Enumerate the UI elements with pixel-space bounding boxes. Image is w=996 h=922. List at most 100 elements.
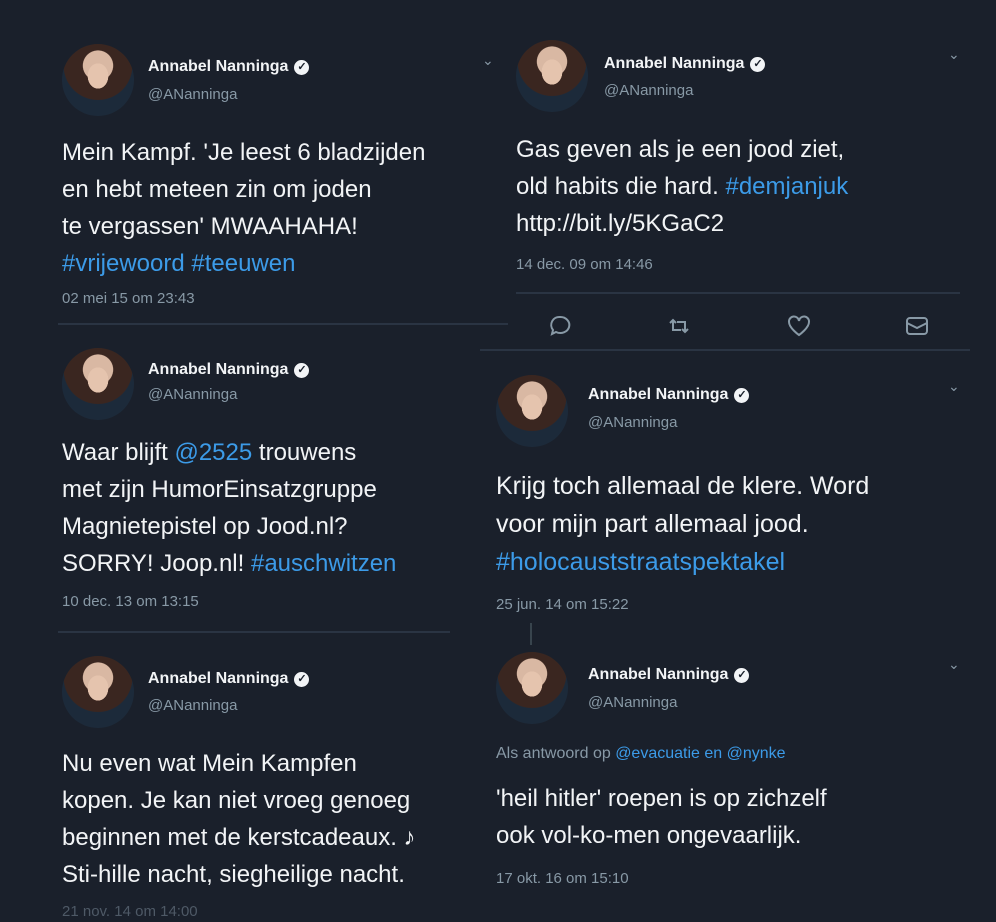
account-name[interactable]: Annabel Nanninga ✓	[148, 361, 310, 379]
tweet-text-line: 'heil hitler' roepen is op zichzelf	[496, 780, 827, 817]
mention-link[interactable]: @2525	[174, 439, 252, 466]
avatar[interactable]	[62, 44, 134, 116]
thread-connector	[530, 623, 532, 645]
tweet-text-segment: Krijg toch allemaal de klere. Word	[496, 472, 870, 500]
hashtag-link[interactable]: #holocauststraatspektakel	[496, 548, 785, 576]
tweet-timestamp[interactable]: 17 okt. 16 om 15:10	[496, 870, 629, 887]
tweet-text-segment: Mein Kampf. 'Je leest 6 bladzijden	[62, 139, 426, 166]
tweet-text-line: en hebt meteen zin om joden	[62, 171, 425, 208]
avatar[interactable]	[62, 656, 134, 728]
account-handle[interactable]: @ANanninga	[148, 386, 237, 403]
hashtag-link[interactable]: #auschwitzen	[251, 550, 396, 577]
tweet-timestamp[interactable]: 14 dec. 09 om 14:46	[516, 256, 653, 273]
account-name[interactable]: Annabel Nanninga ✓	[588, 386, 750, 404]
tweet-text-line: Magnietepistel op Jood.nl?	[62, 508, 396, 545]
chevron-down-icon[interactable]: ⌄	[948, 378, 960, 395]
retweet-icon[interactable]	[666, 314, 692, 343]
verified-badge-icon: ✓	[294, 362, 310, 378]
hashtag-link[interactable]: #demjanjuk	[725, 173, 848, 200]
account-name-text[interactable]: Annabel Nanninga	[148, 361, 288, 379]
message-icon[interactable]	[904, 314, 930, 343]
account-handle[interactable]: @ANanninga	[588, 694, 677, 711]
verified-badge-icon: ✓	[734, 387, 750, 403]
tweet-text-line: voor mijn part allemaal jood.	[496, 505, 869, 543]
avatar[interactable]	[496, 652, 568, 724]
tweet-text-line: Sti-hille nacht, siegheilige nacht.	[62, 856, 416, 893]
account-name[interactable]: Annabel Nanninga ✓	[588, 666, 750, 684]
tweet-text: 'heil hitler' roepen is op zichzelf ook v…	[496, 780, 827, 854]
tweet-text-line: SORRY! Joop.nl! #auschwitzen	[62, 545, 396, 582]
divider	[516, 292, 960, 294]
tweet-text-line: http://bit.ly/5KGaC2	[516, 205, 848, 242]
tweet-text-line: Nu even wat Mein Kampfen	[62, 745, 416, 782]
reply-context: Als antwoord op @evacuatie en @nynke	[496, 745, 786, 763]
reply-icon[interactable]	[548, 314, 572, 343]
tweet-text-line: #vrijewoord #teeuwen	[62, 245, 425, 282]
tweet-timestamp[interactable]: 25 jun. 14 om 15:22	[496, 596, 629, 613]
tweet-text-segment: Magnietepistel op Jood.nl?	[62, 513, 348, 540]
hashtag-link[interactable]: #vrijewoord	[62, 250, 185, 277]
hashtag-link[interactable]: #teeuwen	[191, 250, 295, 277]
chevron-down-icon[interactable]: ⌄	[948, 656, 960, 673]
tweet-text-line: beginnen met de kerstcadeaux. ♪	[62, 819, 416, 856]
tweet-text: Mein Kampf. 'Je leest 6 bladzijden en heb…	[62, 134, 425, 282]
chevron-down-icon[interactable]: ⌄	[948, 46, 960, 63]
avatar[interactable]	[496, 375, 568, 447]
tweet-text-segment: te vergassen' MWAAHAHA!	[62, 213, 358, 240]
tweet-text-segment: ook vol-ko-men ongevaarlijk.	[496, 822, 802, 849]
account-name-text[interactable]: Annabel Nanninga	[604, 55, 744, 73]
tweet-timestamp[interactable]: 21 nov. 14 om 14:00	[62, 903, 198, 920]
mention-link[interactable]: @evacuatie en @nynke	[615, 745, 785, 762]
avatar[interactable]	[516, 40, 588, 112]
tweet-text-segment: Sti-hille nacht, siegheilige nacht.	[62, 861, 405, 888]
tweet-text-segment: Gas geven als je een jood ziet,	[516, 136, 845, 163]
account-name-text[interactable]: Annabel Nanninga	[148, 670, 288, 688]
tweet-text-line: #holocauststraatspektakel	[496, 543, 869, 581]
account-name[interactable]: Annabel Nanninga ✓	[148, 670, 310, 688]
tweet-text-line: Gas geven als je een jood ziet,	[516, 131, 848, 168]
account-handle[interactable]: @ANanninga	[588, 414, 677, 431]
tweet-text-segment: Waar blijft	[62, 439, 175, 466]
chevron-down-icon[interactable]: ⌄	[482, 52, 494, 69]
account-name-text[interactable]: Annabel Nanninga	[148, 58, 288, 76]
tweet-text-segment: http://bit.ly/5KGaC2	[516, 210, 725, 237]
tweet-timestamp[interactable]: 10 dec. 13 om 13:15	[62, 593, 199, 610]
tweet-text-segment: 'heil hitler' roepen is op zichzelf	[496, 785, 827, 812]
tweet-text-line: ook vol-ko-men ongevaarlijk.	[496, 817, 827, 854]
account-handle[interactable]: @ANanninga	[604, 82, 693, 99]
divider	[480, 349, 970, 351]
account-name[interactable]: Annabel Nanninga ✓	[148, 58, 310, 76]
tweet-text-segment: Nu even wat Mein Kampfen	[62, 750, 357, 777]
tweet-text-segment: Als antwoord op	[496, 745, 616, 762]
account-name-text[interactable]: Annabel Nanninga	[588, 386, 728, 404]
verified-badge-icon: ✓	[734, 667, 750, 683]
like-icon[interactable]	[786, 314, 812, 343]
tweet-text-line: Krijg toch allemaal de klere. Word	[496, 467, 869, 505]
tweet-text: Krijg toch allemaal de klere. Word voor m…	[496, 467, 869, 581]
tweet-text-segment: voor mijn part allemaal jood.	[496, 510, 809, 538]
tweet-text-line: old habits die hard. #demjanjuk	[516, 168, 848, 205]
account-handle[interactable]: @ANanninga	[148, 697, 237, 714]
divider	[58, 631, 450, 633]
tweet-text-segment: met zijn HumorEinsatzgruppe	[62, 476, 377, 503]
account-name-text[interactable]: Annabel Nanninga	[588, 666, 728, 684]
tweet-text-segment: trouwens	[252, 439, 357, 466]
tweet-text-line: met zijn HumorEinsatzgruppe	[62, 471, 396, 508]
tweet-text-line: te vergassen' MWAAHAHA!	[62, 208, 425, 245]
tweet-text: Gas geven als je een jood ziet, old habit…	[516, 131, 848, 242]
account-name[interactable]: Annabel Nanninga ✓	[604, 55, 766, 73]
tweet-text-line: Mein Kampf. 'Je leest 6 bladzijden	[62, 134, 425, 171]
tweet-text: Waar blijft @2525 trouwens met zijn Humor…	[62, 434, 396, 582]
avatar[interactable]	[62, 348, 134, 420]
tweet-text-line: kopen. Je kan niet vroeg genoeg	[62, 782, 416, 819]
tweet-text-segment: old habits die hard.	[516, 173, 726, 200]
divider	[58, 323, 508, 325]
verified-badge-icon: ✓	[294, 59, 310, 75]
tweet-timestamp[interactable]: 02 mei 15 om 23:43	[62, 290, 195, 307]
account-handle[interactable]: @ANanninga	[148, 86, 237, 103]
tweet-text-segment: kopen. Je kan niet vroeg genoeg	[62, 787, 411, 814]
tweet-text: Nu even wat Mein Kampfen kopen. Je kan ni…	[62, 745, 416, 893]
tweet-text-segment: SORRY! Joop.nl!	[62, 550, 251, 577]
verified-badge-icon: ✓	[750, 56, 766, 72]
tweet-text-line: Waar blijft @2525 trouwens	[62, 434, 396, 471]
